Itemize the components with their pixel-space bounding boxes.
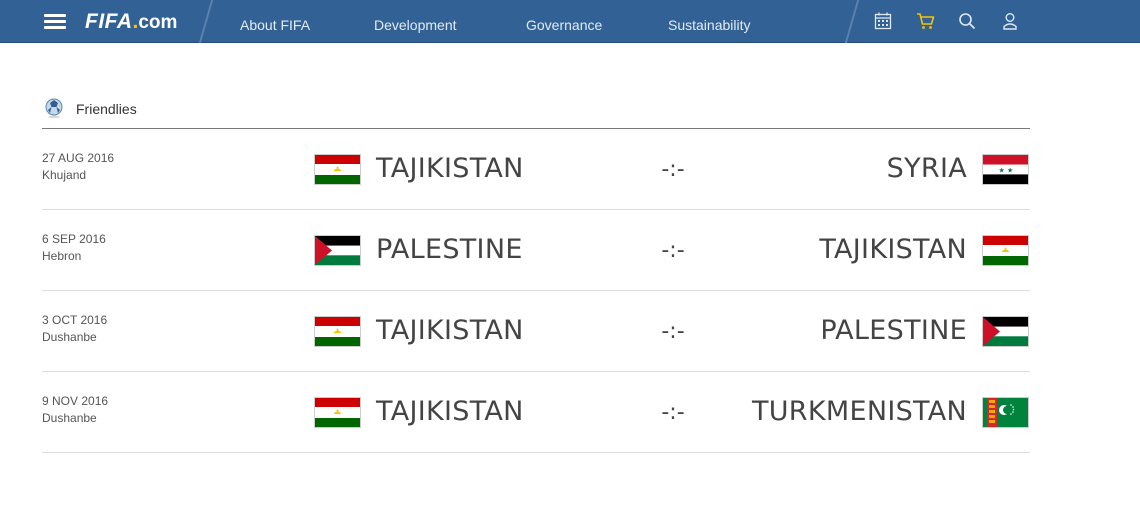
match-row[interactable]: 27 AUG 2016 Khujand TAJIKISTAN -:- SYRIA…	[42, 129, 1030, 210]
search-icon[interactable]	[958, 12, 978, 32]
menu-icon[interactable]	[44, 14, 66, 30]
away-team-name[interactable]: SYRIA	[887, 153, 967, 184]
match-date: 27 AUG 2016	[42, 151, 115, 165]
home-team-name[interactable]: TAJIKISTAN	[376, 153, 524, 184]
tajikistan-flag-icon	[314, 397, 361, 428]
syria-flag-icon: ★ ★	[982, 154, 1029, 185]
tajikistan-flag-icon	[314, 316, 361, 347]
match-row[interactable]: 9 NOV 2016 Dushanbe TAJIKISTAN -:- TURKM…	[42, 372, 1030, 453]
cart-icon[interactable]	[916, 12, 936, 32]
home-team-name[interactable]: TAJIKISTAN	[376, 315, 524, 346]
match-row[interactable]: 6 SEP 2016 Hebron PALESTINE -:- TAJIKIST…	[42, 210, 1030, 291]
home-team-name[interactable]: TAJIKISTAN	[376, 396, 524, 427]
logo-text: FIFA	[85, 10, 133, 33]
svg-text:★: ★	[1007, 167, 1013, 175]
match-date: 9 NOV 2016	[42, 394, 109, 408]
match-row[interactable]: 3 OCT 2016 Dushanbe TAJIKISTAN -:- PALES…	[42, 291, 1030, 372]
match-venue: Dushanbe	[42, 330, 97, 344]
match-date: 3 OCT 2016	[42, 313, 108, 327]
calendar-icon[interactable]	[874, 12, 894, 32]
match-score: -:-	[661, 238, 685, 263]
top-navigation-bar: FIFA.com About FIFA Development Governan…	[0, 0, 1140, 43]
header-divider	[198, 0, 214, 43]
away-team-name[interactable]: TAJIKISTAN	[819, 234, 967, 265]
match-venue: Dushanbe	[42, 411, 97, 425]
logo-com: com	[138, 12, 178, 33]
match-date: 6 SEP 2016	[42, 232, 106, 246]
palestine-flag-icon	[314, 235, 361, 266]
match-venue: Hebron	[42, 249, 82, 263]
svg-text:★: ★	[999, 167, 1005, 175]
match-score: -:-	[661, 319, 685, 344]
nav-sustainability[interactable]: Sustainability	[668, 0, 751, 43]
fifa-logo[interactable]: FIFA.com	[85, 10, 177, 34]
turkmenistan-flag-icon	[982, 397, 1029, 428]
tajikistan-flag-icon	[314, 154, 361, 185]
palestine-flag-icon	[982, 316, 1029, 347]
match-score: -:-	[661, 157, 685, 182]
tajikistan-flag-icon	[982, 235, 1029, 266]
football-icon	[44, 97, 64, 119]
away-team-name[interactable]: TURKMENISTAN	[752, 396, 967, 427]
header-divider	[844, 0, 860, 43]
away-team-name[interactable]: PALESTINE	[820, 315, 967, 346]
nav-governance[interactable]: Governance	[526, 0, 602, 43]
home-team-name[interactable]: PALESTINE	[376, 234, 523, 265]
match-venue: Khujand	[42, 168, 87, 182]
user-icon[interactable]	[1001, 12, 1021, 32]
section-title: Friendlies	[76, 101, 137, 117]
nav-about-fifa[interactable]: About FIFA	[240, 0, 310, 43]
nav-development[interactable]: Development	[374, 0, 457, 43]
match-score: -:-	[661, 400, 685, 425]
